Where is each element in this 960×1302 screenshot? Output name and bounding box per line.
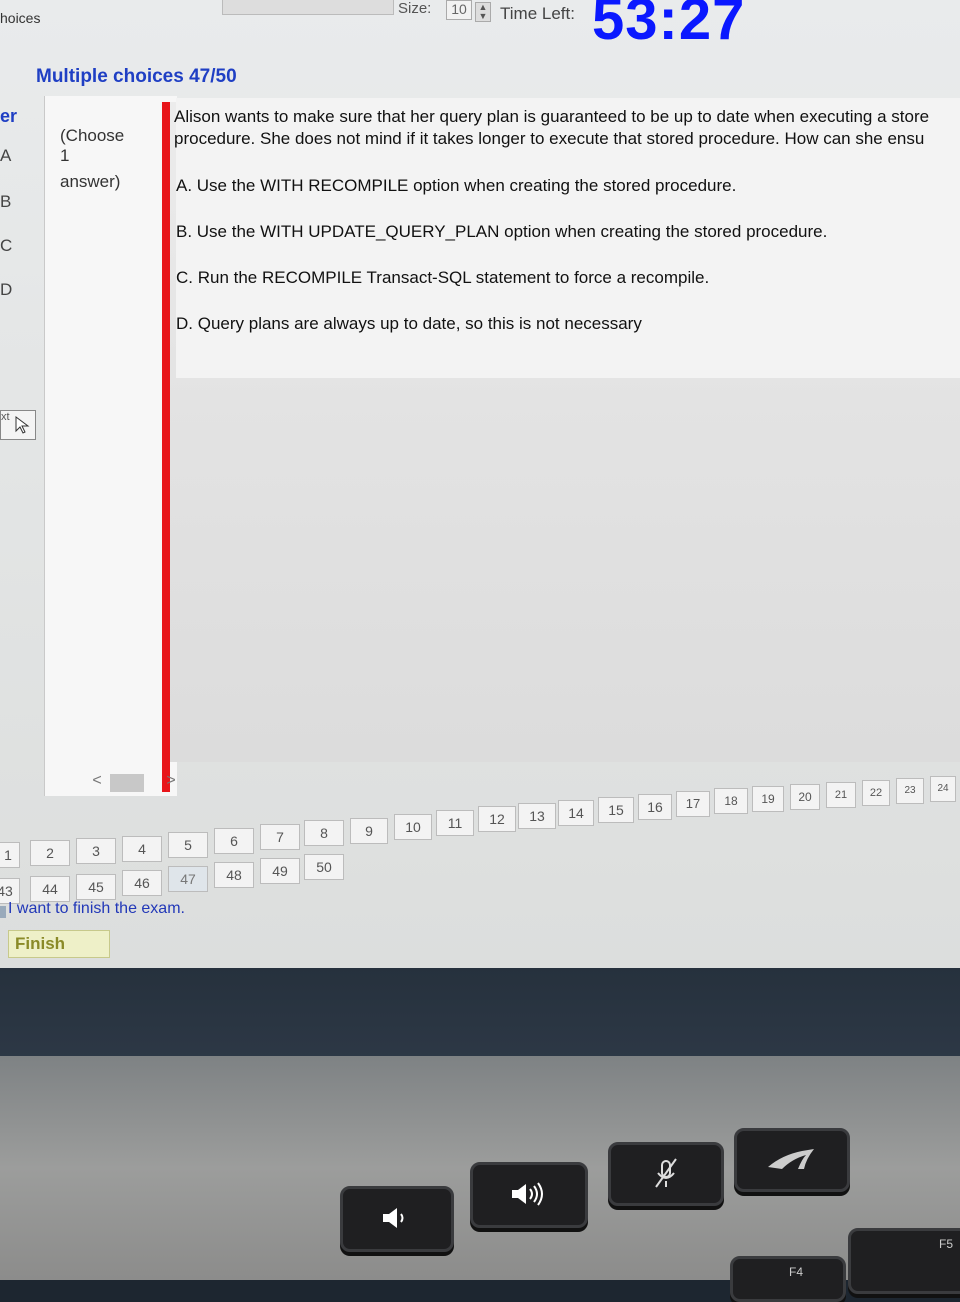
question-button[interactable]: 44 bbox=[30, 876, 70, 902]
sidebar-item-c[interactable]: C bbox=[0, 236, 12, 256]
sidebar-header: er bbox=[0, 106, 18, 126]
finish-button[interactable]: Finish bbox=[8, 930, 110, 958]
question-text: Alison wants to make sure that her query… bbox=[174, 107, 930, 148]
next-label: xt bbox=[1, 411, 10, 423]
finish-checkbox[interactable] bbox=[0, 906, 6, 918]
rog-key[interactable] bbox=[734, 1128, 850, 1192]
instruction-line-2: 1 bbox=[60, 146, 70, 165]
question-button[interactable]: 5 bbox=[168, 832, 208, 858]
question-button[interactable]: 24 bbox=[930, 776, 956, 802]
question-button[interactable]: 49 bbox=[260, 858, 300, 884]
question-button[interactable]: 7 bbox=[260, 824, 300, 850]
mic-mute-key[interactable] bbox=[608, 1142, 724, 1206]
question-button[interactable]: 21 bbox=[826, 782, 856, 808]
question-button[interactable]: 48 bbox=[214, 862, 254, 888]
question-button[interactable]: 17 bbox=[676, 791, 710, 817]
speaker-high-icon bbox=[512, 1182, 543, 1206]
question-button[interactable]: 19 bbox=[752, 786, 784, 812]
sidebar-item-b[interactable]: B bbox=[0, 192, 11, 212]
rog-logo-icon bbox=[768, 1149, 814, 1169]
option-a[interactable]: A. Use the WITH RECOMPILE option when cr… bbox=[176, 176, 736, 196]
mic-off-icon bbox=[655, 1158, 677, 1188]
question-button[interactable]: 50 bbox=[304, 854, 344, 880]
sidebar-item-d[interactable]: D bbox=[0, 280, 12, 300]
f5-key[interactable]: F5 bbox=[848, 1228, 960, 1294]
question-button[interactable]: 45 bbox=[76, 874, 116, 900]
question-button[interactable]: 11 bbox=[436, 810, 474, 836]
section-title: Multiple choices 47/50 bbox=[36, 66, 237, 87]
font-size-stepper[interactable]: ▲ ▼ bbox=[475, 2, 491, 22]
question-button[interactable]: 23 bbox=[896, 778, 924, 804]
horizontal-scrollbar[interactable]: < > bbox=[86, 772, 182, 794]
question-button[interactable]: 18 bbox=[714, 788, 748, 814]
f4-label: F4 bbox=[788, 1265, 803, 1279]
speaker-low-icon bbox=[383, 1208, 404, 1228]
question-button[interactable]: 13 bbox=[518, 803, 556, 829]
selection-indicator-bar bbox=[162, 102, 170, 792]
f4-key[interactable]: F4 bbox=[730, 1256, 846, 1302]
question-button[interactable]: 46 bbox=[122, 870, 162, 896]
f5-label: F5 bbox=[938, 1237, 953, 1251]
instruction-text: (Choose 1 bbox=[60, 126, 160, 166]
question-button[interactable]: 6 bbox=[214, 828, 254, 854]
font-size-label: Size: bbox=[398, 0, 432, 17]
question-button[interactable]: 2 bbox=[30, 840, 70, 866]
question-button[interactable]: 4 bbox=[122, 836, 162, 862]
question-button[interactable]: 20 bbox=[790, 784, 820, 810]
question-button[interactable]: 9 bbox=[350, 818, 388, 844]
question-button[interactable]: 14 bbox=[558, 800, 594, 826]
volume-up-key[interactable] bbox=[470, 1162, 588, 1228]
instruction-line-3: answer) bbox=[60, 172, 121, 191]
sidebar-item-a[interactable]: A bbox=[0, 146, 11, 166]
question-button[interactable]: 1 bbox=[0, 842, 20, 868]
question-button[interactable]: 12 bbox=[478, 806, 516, 832]
scroll-thumb[interactable] bbox=[110, 774, 144, 792]
scroll-left-arrow[interactable]: < bbox=[86, 772, 108, 792]
option-c[interactable]: C. Run the RECOMPILE Transact-SQL statem… bbox=[176, 268, 709, 288]
instruction-panel bbox=[44, 96, 177, 796]
question-button[interactable]: 22 bbox=[862, 780, 890, 806]
scroll-right-arrow[interactable]: > bbox=[160, 772, 182, 792]
font-size-input[interactable]: 10 bbox=[446, 0, 472, 20]
time-left-label: Time Left: bbox=[500, 4, 575, 23]
top-bar: hoices Size: 10 ▲ ▼ Time Left: 53:27 bbox=[0, 0, 960, 52]
next-button[interactable]: xt bbox=[0, 410, 36, 440]
option-b[interactable]: B. Use the WITH UPDATE_QUERY_PLAN option… bbox=[176, 222, 827, 242]
question-button[interactable]: 15 bbox=[598, 797, 634, 823]
top-toolbar-frame bbox=[222, 0, 394, 15]
question-button[interactable]: 8 bbox=[304, 820, 344, 846]
option-d[interactable]: D. Query plans are always up to date, so… bbox=[176, 314, 642, 334]
question-button-current[interactable]: 47 bbox=[168, 866, 208, 892]
question-button[interactable]: 10 bbox=[394, 814, 432, 840]
mouse-cursor-icon bbox=[15, 416, 30, 434]
tab-choices[interactable]: hoices bbox=[0, 10, 40, 26]
question-button[interactable]: 16 bbox=[638, 794, 672, 820]
volume-down-key[interactable] bbox=[340, 1186, 454, 1252]
finish-note: I want to finish the exam. bbox=[8, 900, 185, 917]
exam-window: hoices Size: 10 ▲ ▼ Time Left: 53:27 Mult… bbox=[0, 0, 960, 968]
countdown-timer: 53:27 bbox=[592, 0, 746, 52]
instruction-line-1: (Choose bbox=[60, 126, 125, 145]
question-button[interactable]: 3 bbox=[76, 838, 116, 864]
